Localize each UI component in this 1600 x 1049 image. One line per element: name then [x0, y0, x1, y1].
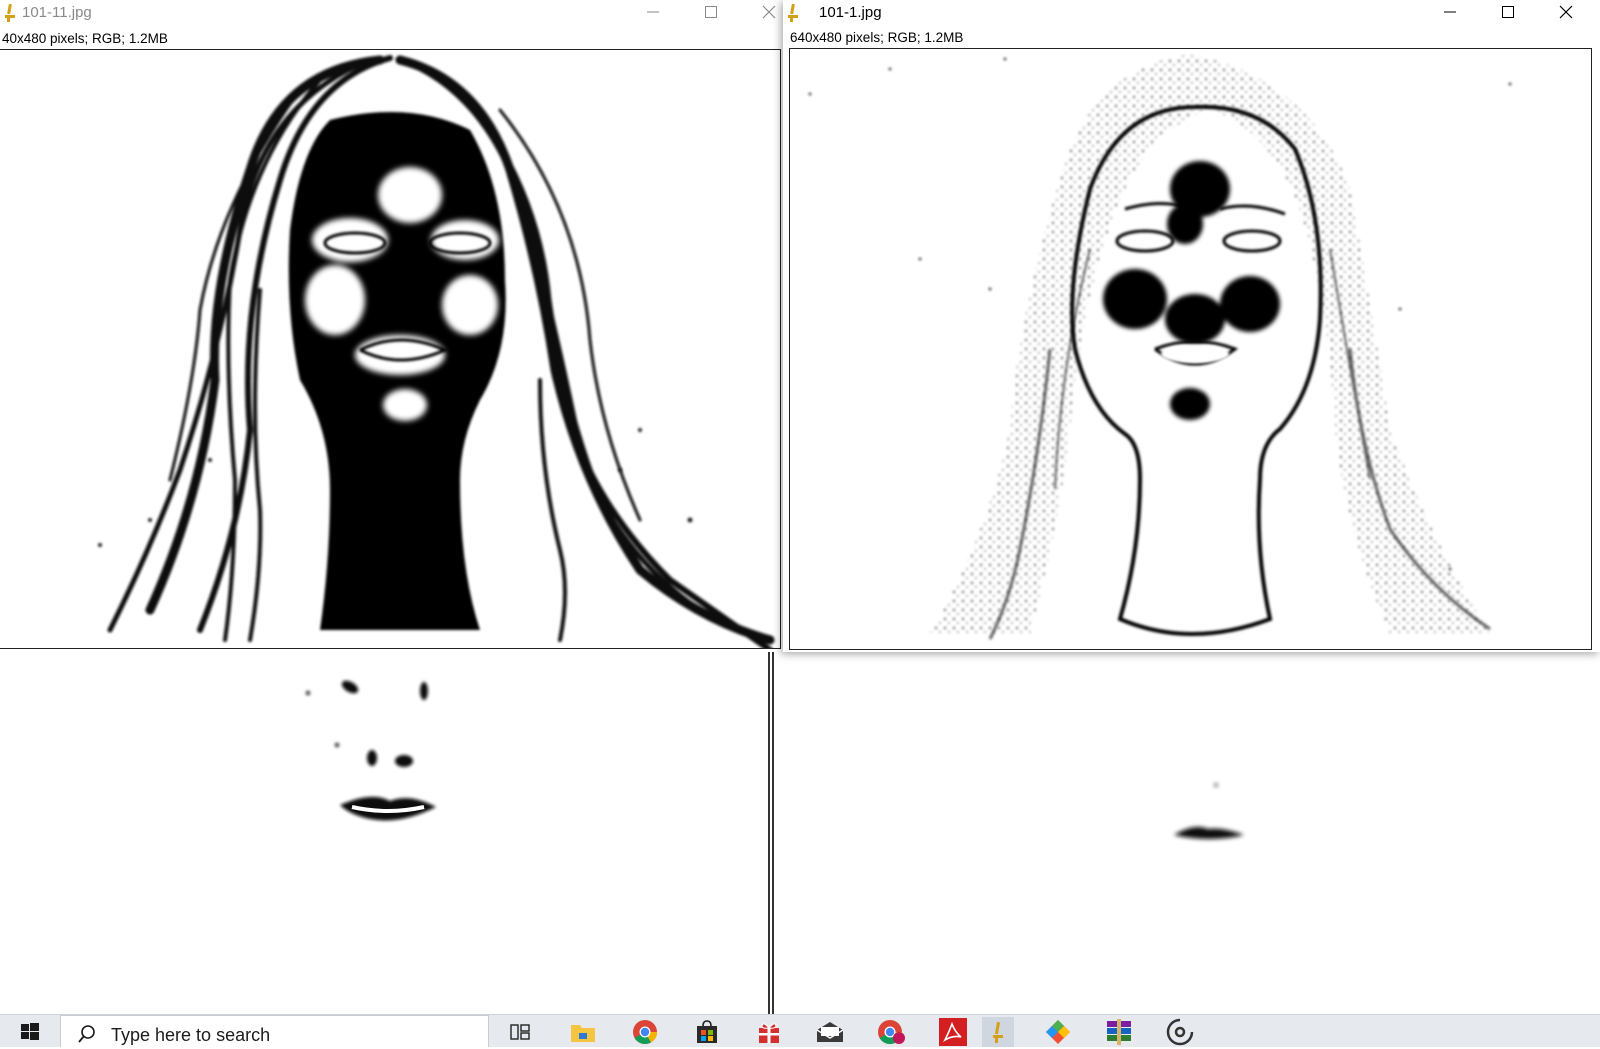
window-title: 101-11.jpg [22, 4, 92, 21]
title-bar[interactable]: 101-11.jpg [0, 0, 783, 24]
mouth-detection-image-right [1174, 783, 1244, 839]
minimize-icon[interactable] [624, 0, 682, 24]
git-icon[interactable] [1043, 1017, 1073, 1047]
binary-face-image-inverted [0, 50, 780, 648]
mouth-detection-image-left [306, 680, 436, 821]
image-canvas[interactable] [789, 48, 1592, 650]
image-window-101-11[interactable]: 101-11.jpg 40x480 pixels; RGB; 1.2MB [0, 0, 783, 652]
binary-face-image [790, 49, 1591, 649]
minimize-icon[interactable] [1421, 0, 1479, 24]
background-image-window-left [0, 645, 770, 1014]
winrar-icon[interactable] [1104, 1017, 1134, 1047]
mouth-detection-canvas-left [0, 645, 768, 1014]
background-image-window-right [772, 645, 1600, 1014]
imagej-icon[interactable] [982, 1017, 1014, 1047]
taskbar-search-box[interactable]: Type here to search [60, 1015, 489, 1047]
file-explorer-icon[interactable] [568, 1017, 598, 1047]
image-info-text: 640x480 pixels; RGB; 1.2MB [790, 30, 964, 45]
imagej-icon [2, 1, 18, 23]
mouth-detection-canvas-right [774, 645, 1564, 1014]
task-view-icon[interactable] [505, 1017, 535, 1047]
image-canvas[interactable] [0, 49, 781, 649]
close-icon[interactable] [1537, 0, 1595, 24]
gift-app-icon[interactable] [754, 1017, 784, 1047]
maximize-icon[interactable] [1479, 0, 1537, 24]
search-placeholder: Type here to search [111, 1025, 271, 1045]
microsoft-store-icon[interactable] [692, 1017, 722, 1047]
search-icon [77, 1024, 97, 1049]
start-icon[interactable] [15, 1017, 45, 1047]
mail-icon[interactable] [815, 1017, 845, 1047]
chrome-profile-icon[interactable] [876, 1017, 906, 1047]
taskbar: Type here to search [0, 1014, 1600, 1047]
image-info-text: 40x480 pixels; RGB; 1.2MB [2, 31, 168, 46]
image-window-101-1[interactable]: 101-1.jpg 640x480 pixels; RGB; 1.2MB [783, 0, 1600, 652]
acrobat-reader-icon[interactable] [938, 1017, 968, 1047]
imagej-icon [785, 1, 801, 23]
media-player-icon[interactable] [1165, 1017, 1195, 1047]
maximize-icon[interactable] [682, 0, 740, 24]
title-bar[interactable]: 101-1.jpg [783, 0, 1600, 24]
chrome-icon[interactable] [630, 1017, 660, 1047]
window-title: 101-1.jpg [819, 4, 882, 21]
